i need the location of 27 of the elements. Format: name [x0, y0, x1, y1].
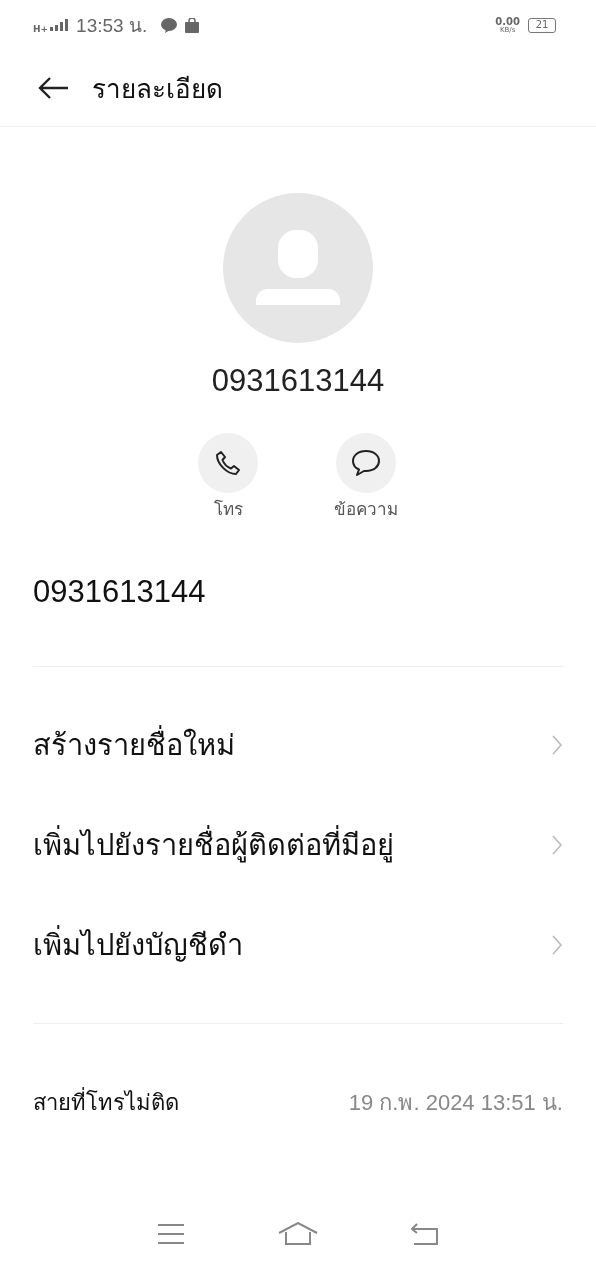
speed-value: 0.00 [495, 16, 520, 27]
chevron-right-icon [552, 735, 562, 755]
avatar-icon [223, 193, 373, 343]
action-label: ข้อความ [334, 498, 398, 521]
phone-icon [215, 450, 241, 476]
menu-item[interactable]: เพิ่มไปยังรายชื่อผู้ติดต่อที่มีอยู่ [33, 822, 394, 868]
clock: 13:53 น. [76, 14, 148, 38]
action-label: โทร [213, 498, 243, 521]
menu-item[interactable]: เพิ่มไปยังบัญชีดำ [33, 922, 243, 968]
chevron-right-icon [552, 935, 562, 955]
call-type: สายที่โทรไม่ติด [33, 1086, 179, 1117]
speech-bubble-icon [351, 449, 381, 477]
back-icon[interactable] [411, 1222, 440, 1246]
page-title: รายละเอียด [92, 72, 223, 106]
chat-bubble-icon [161, 17, 178, 33]
phone-number: 0931613144 [32, 573, 207, 611]
signal-icon [50, 19, 69, 31]
home-icon[interactable] [278, 1222, 318, 1246]
menu-icon[interactable] [156, 1223, 185, 1245]
back-arrow-icon[interactable] [38, 76, 70, 100]
contact-name: 0931613144 [211, 363, 385, 399]
network-type: H+ [33, 24, 49, 34]
call-time: 19 ก.พ. 2024 13:51 น. [348, 1088, 563, 1117]
shopping-bag-icon [185, 17, 200, 33]
battery-icon: 21 [528, 17, 556, 33]
chevron-right-icon [552, 835, 562, 855]
menu-item[interactable]: สร้างรายชื่อใหม่ [33, 722, 235, 768]
